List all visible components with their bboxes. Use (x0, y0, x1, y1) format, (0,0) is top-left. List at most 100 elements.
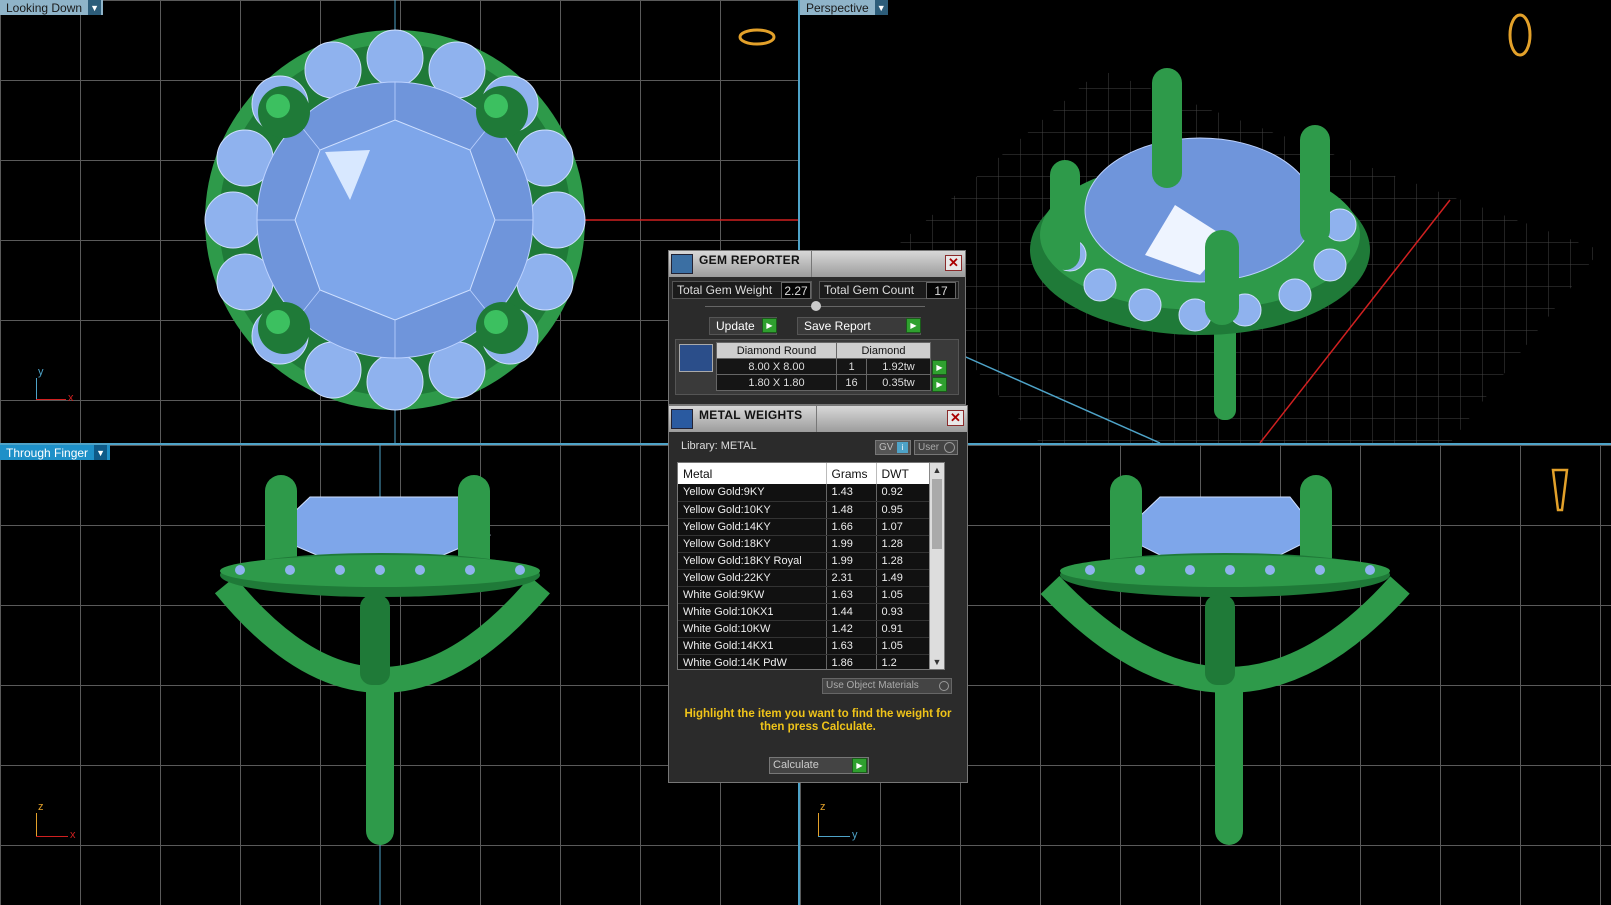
axis-v-label: y (38, 366, 44, 378)
table-row[interactable]: Yellow Gold:14KY 1.66 1.07 (678, 518, 944, 536)
metal-grams: 1.63 (826, 586, 877, 604)
axis-indicator: y x (34, 366, 74, 406)
gem-reporter-panel: GEM REPORTER ✕ Total Gem Weight 2.27 Tot… (668, 250, 966, 405)
view-cube-icon (1551, 468, 1569, 512)
metal-column-header[interactable]: Metal (678, 463, 827, 484)
total-gem-weight-value: 2.27 (781, 282, 811, 299)
metal-weights-title: METAL WEIGHTS (699, 408, 803, 422)
user-toggle[interactable]: User (914, 440, 958, 455)
metal-grams: 1.66 (826, 518, 877, 536)
gem-size: 1.80 X 1.80 (716, 374, 837, 391)
metal-name: White Gold:10KW (678, 620, 827, 638)
gem-size: 8.00 X 8.00 (716, 358, 837, 375)
axis-h-label: x (68, 392, 74, 404)
gem-table: Diamond Round Diamond 8.00 X 8.00 1 1.92… (716, 342, 931, 391)
table-row[interactable]: White Gold:14K PdW 1.86 1.2 (678, 654, 944, 669)
metal-name: Yellow Gold:18KY Royal (678, 552, 827, 570)
view-cube-icon (1508, 13, 1532, 57)
metal-weights-icon (671, 409, 693, 429)
table-row[interactable]: Yellow Gold:9KY 1.43 0.92 (678, 484, 944, 502)
axis-h-label: x (70, 829, 76, 841)
gem-weight: 1.92tw (866, 358, 931, 375)
metal-grams: 1.99 (826, 552, 877, 570)
library-label: Library: METAL (681, 440, 757, 452)
table-row[interactable]: Yellow Gold:18KY Royal 1.99 1.28 (678, 552, 944, 570)
view-cube-icon (738, 28, 776, 46)
splitter-handle-icon[interactable] (811, 301, 821, 311)
metal-grams: 1.63 (826, 637, 877, 655)
update-play-icon[interactable]: ▶ (762, 318, 777, 333)
gem-table-header-material: Diamond (836, 342, 931, 359)
save-report-play-icon[interactable]: ▶ (906, 318, 921, 333)
metal-weights-header[interactable]: METAL WEIGHTS ✕ (669, 406, 967, 432)
save-report-button[interactable]: Save Report (797, 317, 921, 335)
axis-indicator: z y (816, 801, 860, 841)
use-object-materials-label: Use Object Materials (826, 680, 919, 691)
use-object-materials-checkbox[interactable]: Use Object Materials (822, 678, 952, 694)
metal-name: Yellow Gold:22KY (678, 569, 827, 587)
axis-indicator: z x (34, 801, 78, 841)
metal-name: White Gold:9KW (678, 586, 827, 604)
grams-column-header[interactable]: Grams (826, 463, 877, 484)
chevron-down-icon[interactable]: ▼ (874, 0, 888, 15)
metal-grams: 1.48 (826, 501, 877, 519)
metal-grams: 1.44 (826, 603, 877, 621)
table-row[interactable]: White Gold:9KW 1.63 1.05 (678, 586, 944, 604)
info-icon[interactable]: i (897, 442, 908, 453)
scroll-thumb[interactable] (932, 479, 942, 549)
gv-toggle[interactable]: GV i (875, 440, 911, 455)
table-row[interactable]: Yellow Gold:10KY 1.48 0.95 (678, 501, 944, 519)
metal-grams: 1.42 (826, 620, 877, 638)
radio-icon[interactable] (939, 681, 949, 691)
diamond-thumbnail-icon (679, 344, 713, 372)
gem-table-row[interactable]: 8.00 X 8.00 1 1.92tw (716, 358, 931, 375)
metal-table: Metal Grams DWT Yellow Gold:9KY 1.43 0.92 … (677, 462, 945, 670)
gem-row-play-icon[interactable]: ▶ (932, 377, 947, 392)
calculate-button[interactable]: Calculate ▶ (769, 757, 869, 774)
gem-weight: 0.35tw (866, 374, 931, 391)
gem-count: 16 (836, 374, 867, 391)
header-separator (816, 406, 817, 432)
viewport-name: Through Finger (6, 445, 89, 460)
metal-name: White Gold:10KX1 (678, 603, 827, 621)
table-row[interactable]: White Gold:14KX1 1.63 1.05 (678, 637, 944, 655)
gem-reporter-header[interactable]: GEM REPORTER ✕ (669, 251, 965, 277)
radio-icon[interactable] (944, 442, 955, 453)
viewport-label-perspective[interactable]: Perspective ▼ (800, 0, 888, 15)
metal-table-scrollbar[interactable]: ▲ ▼ (929, 463, 944, 669)
metal-weights-panel: METAL WEIGHTS ✕ Library: METAL GV i User… (668, 405, 968, 783)
chevron-down-icon[interactable]: ▼ (88, 0, 102, 15)
metal-grams: 1.99 (826, 535, 877, 553)
save-report-label: Save Report (804, 319, 871, 333)
metal-name: Yellow Gold:14KY (678, 518, 827, 536)
chevron-down-icon[interactable]: ▼ (94, 445, 108, 460)
axis-v-label: z (820, 801, 826, 813)
table-row[interactable]: Yellow Gold:18KY 1.99 1.28 (678, 535, 944, 553)
metal-grams: 2.31 (826, 569, 877, 587)
gem-table-area: Diamond Round Diamond 8.00 X 8.00 1 1.92… (675, 339, 959, 395)
axis-h-label: y (852, 829, 858, 841)
user-label: User (918, 442, 940, 453)
metal-grams: 1.43 (826, 484, 877, 502)
scroll-down-icon[interactable]: ▼ (930, 655, 944, 669)
metal-name: White Gold:14KX1 (678, 637, 827, 655)
gem-reporter-icon (671, 254, 693, 274)
table-row[interactable]: White Gold:10KX1 1.44 0.93 (678, 603, 944, 621)
close-icon[interactable]: ✕ (947, 410, 964, 426)
scroll-up-icon[interactable]: ▲ (930, 463, 944, 477)
gem-reporter-title: GEM REPORTER (699, 253, 800, 267)
close-icon[interactable]: ✕ (945, 255, 962, 271)
calculate-play-icon[interactable]: ▶ (852, 758, 867, 773)
metal-name: Yellow Gold:9KY (678, 484, 827, 502)
gem-count: 1 (836, 358, 867, 375)
gem-row-play-icon[interactable]: ▶ (932, 360, 947, 375)
calculate-label: Calculate (773, 759, 819, 771)
gem-table-row[interactable]: 1.80 X 1.80 16 0.35tw (716, 374, 931, 391)
viewport-label-looking-down[interactable]: Looking Down ▼ (0, 0, 103, 15)
update-label: Update (716, 319, 755, 333)
viewport-label-through-finger[interactable]: Through Finger ▼ (0, 445, 110, 460)
table-row[interactable]: White Gold:10KW 1.42 0.91 (678, 620, 944, 638)
total-gem-count-value: 17 (926, 282, 956, 299)
table-row[interactable]: Yellow Gold:22KY 2.31 1.49 (678, 569, 944, 587)
calculate-hint: Highlight the item you want to find the … (684, 708, 952, 733)
